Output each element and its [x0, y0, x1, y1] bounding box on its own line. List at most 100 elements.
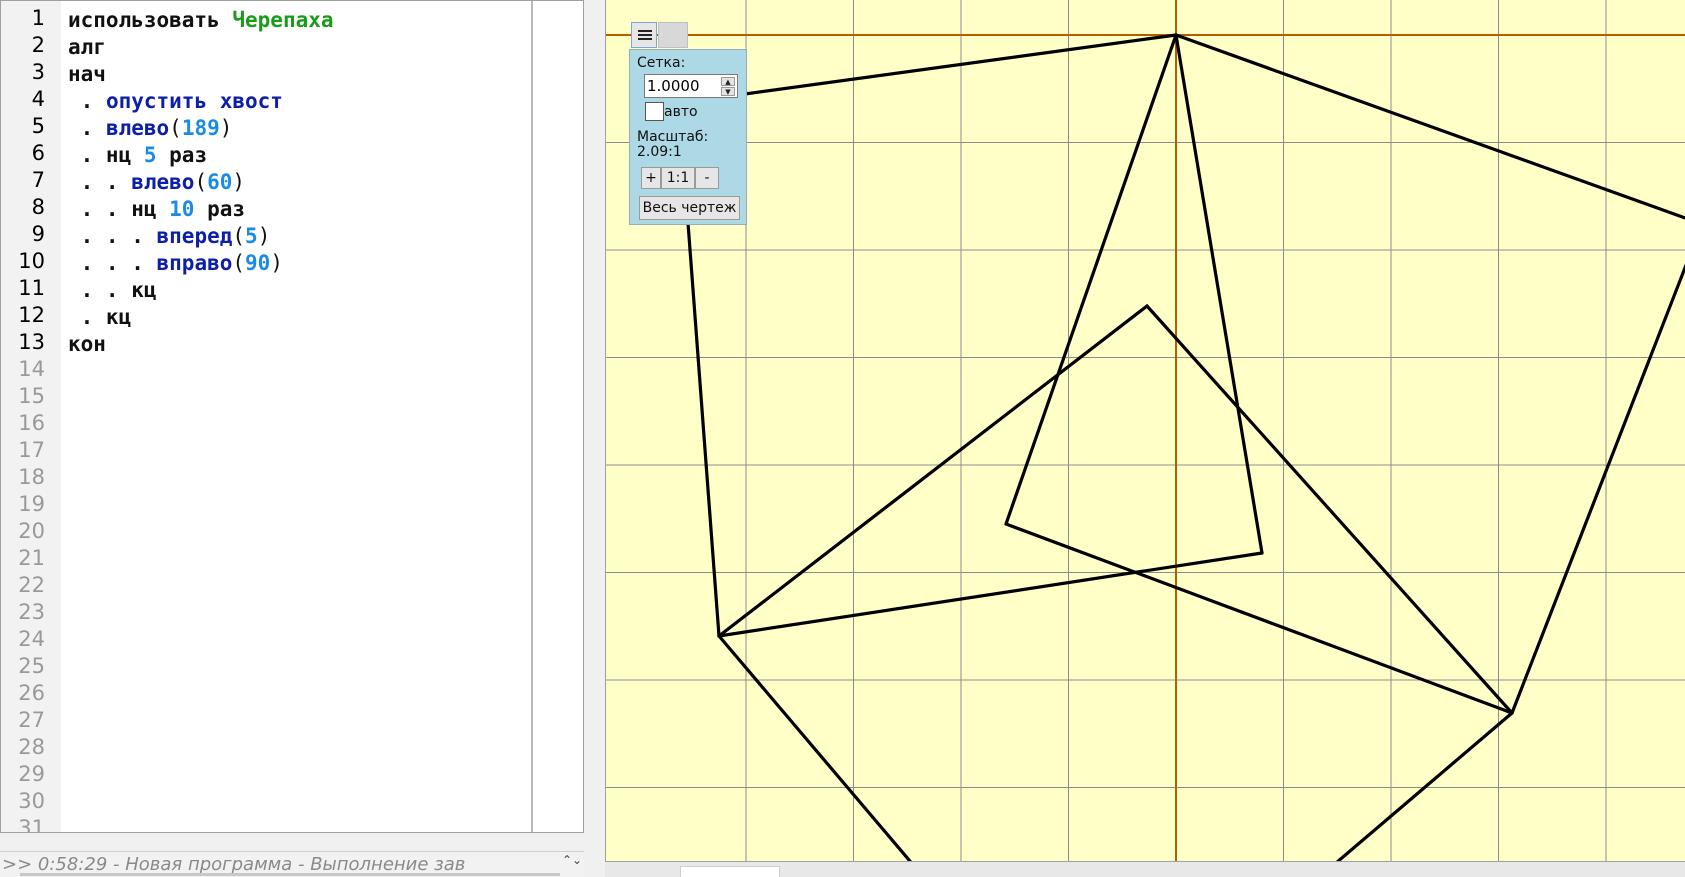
code-line[interactable]: . кц: [68, 304, 132, 331]
line-number: 11: [18, 276, 45, 300]
turtle-path-segment: [717, 634, 912, 861]
code-token: вправо: [156, 251, 233, 275]
code-token: (: [194, 170, 208, 194]
status-message: >> 0:58:29 - Новая программа - Выполнени…: [2, 854, 466, 875]
line-number: 26: [18, 681, 45, 705]
line-number: 31: [18, 816, 45, 832]
hamburger-menu-icon[interactable]: [631, 22, 657, 48]
code-token: 5: [245, 224, 258, 248]
turtle-drawing: [606, 0, 1685, 861]
line-number: 5: [31, 114, 45, 138]
turtle-path-segment: [1174, 33, 1685, 220]
turtle-path-segment: [1004, 33, 1178, 526]
grid-step-input[interactable]: [647, 77, 719, 95]
code-token: 90: [245, 251, 271, 275]
code-token: .: [68, 89, 106, 113]
code-line[interactable]: . . . вправо(90): [68, 250, 283, 277]
code-token: (: [169, 116, 182, 140]
line-number: 13: [18, 330, 45, 354]
line-number: 22: [18, 573, 45, 597]
line-number: 4: [31, 87, 45, 111]
kumir-window: 1 2 3 4 5 6 7 8 9 10 11 12 13 14 15 16 17 18 19 20 21 22 23 24 2…: [0, 0, 1685, 877]
line-number: 6: [31, 141, 45, 165]
code-token: ): [270, 251, 283, 275]
line-number-gutter: 1 2 3 4 5 6 7 8 9 10 11 12 13 14 15 16 17 18 19 20 21 22 23 24 2…: [1, 1, 61, 832]
scale-value: 2.09:1: [637, 144, 682, 160]
code-token: кон: [68, 332, 106, 356]
zoom-reset-button[interactable]: 1:1: [661, 167, 695, 189]
code-line[interactable]: кон: [68, 331, 106, 358]
code-token: .: [68, 116, 106, 140]
line-number: 21: [18, 546, 45, 570]
line-number: 3: [31, 60, 45, 84]
code-line[interactable]: нач: [68, 61, 106, 88]
turtle-path-segment: [1145, 304, 1514, 715]
status-scroll-arrows-icon[interactable]: ⌃⌄: [562, 854, 582, 866]
spin-down-icon[interactable]: ▼: [721, 87, 735, 96]
fit-all-button[interactable]: Весь чертеж: [639, 196, 740, 220]
panel-toggle-button[interactable]: [658, 22, 688, 48]
code-line[interactable]: . . кц: [68, 277, 157, 304]
line-number: 10: [18, 249, 45, 273]
code-token: (: [232, 224, 246, 248]
line-number: 30: [18, 789, 45, 813]
auto-grid-checkbox[interactable]: [645, 102, 664, 121]
code-line[interactable]: . влево(189): [68, 115, 233, 142]
grid-step-spinbox[interactable]: ▲ ▼: [644, 74, 738, 98]
editor-margin-line: [531, 1, 533, 832]
line-number: 24: [18, 627, 45, 651]
code-token: опустить хвост: [105, 89, 283, 113]
line-number: 15: [18, 384, 45, 408]
code-token: . . .: [68, 224, 157, 248]
turtle-path-segment: [717, 304, 1149, 638]
code-token: . .: [68, 170, 132, 194]
code-line[interactable]: . опустить хвост: [68, 88, 283, 115]
line-number: 16: [18, 411, 45, 435]
line-number: 20: [18, 519, 45, 543]
code-token: влево: [105, 116, 170, 140]
code-line[interactable]: алг: [68, 34, 106, 61]
code-line[interactable]: . . нц 10 раз: [68, 196, 245, 223]
canvas-tab[interactable]: [680, 866, 780, 877]
code-token: 189: [181, 116, 220, 140]
code-token: . нц: [68, 143, 144, 167]
line-number: 7: [31, 168, 45, 192]
code-line[interactable]: . нц 5 раз: [68, 142, 207, 169]
code-token: вперед: [156, 224, 233, 248]
code-token: 5: [143, 143, 157, 167]
line-number: 1: [31, 6, 45, 30]
line-number: 2: [31, 33, 45, 57]
code-token: раз: [194, 197, 246, 221]
code-line[interactable]: . . влево(60): [68, 169, 245, 196]
code-text-area[interactable]: использовать Черепаха алг нач . опустить х…: [68, 1, 528, 832]
code-token: ): [219, 116, 233, 140]
turtle-canvas[interactable]: [605, 0, 1685, 862]
code-token: 10: [169, 197, 195, 221]
zoom-out-button[interactable]: -: [695, 167, 719, 189]
horizontal-scrollbar[interactable]: [20, 873, 560, 876]
zoom-in-button[interactable]: +: [641, 167, 661, 189]
line-number: 17: [18, 438, 45, 462]
code-token: (: [232, 251, 246, 275]
line-number: 8: [31, 195, 45, 219]
turtle-path-segment: [1174, 33, 1264, 555]
code-editor[interactable]: 1 2 3 4 5 6 7 8 9 10 11 12 13 14 15 16 17 18 19 20 21 22 23 24 2…: [0, 0, 584, 833]
turtle-path-segment: [1510, 263, 1685, 715]
line-number: 27: [18, 708, 45, 732]
code-line[interactable]: . . . вперед(5): [68, 223, 271, 250]
spin-up-icon[interactable]: ▲: [721, 77, 735, 86]
code-token: . . нц: [68, 197, 170, 221]
code-line[interactable]: использовать Черепаха: [68, 7, 334, 34]
code-token: . . .: [68, 251, 157, 275]
code-token: 60: [207, 170, 233, 194]
line-number: 12: [18, 303, 45, 327]
line-number: 23: [18, 600, 45, 624]
code-token: влево: [131, 170, 195, 194]
code-token: алг: [68, 35, 106, 59]
code-token: . кц: [68, 305, 132, 329]
zoom-grid-panel: Сетка: ▲ ▼ авто Масштаб: 2.09:1 + 1:1 - …: [629, 49, 747, 225]
code-token: Черепаха: [232, 8, 334, 32]
code-token: ): [232, 170, 246, 194]
line-number: 28: [18, 735, 45, 759]
scale-label: Масштаб:: [637, 129, 709, 145]
